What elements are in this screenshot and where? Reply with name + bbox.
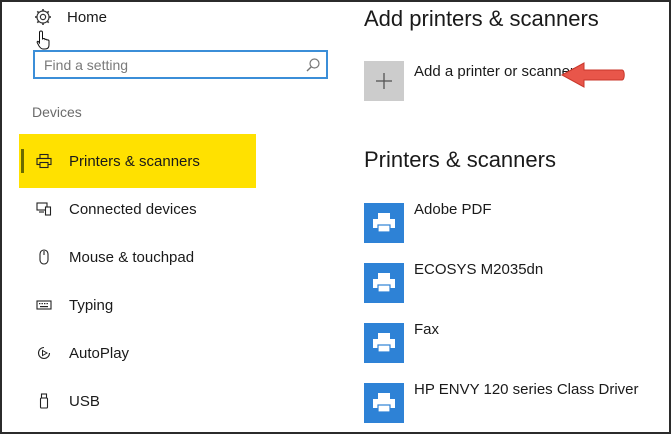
printer-item-hp-envy[interactable]: HP ENVY 120 series Class Driver — [364, 381, 639, 423]
gear-icon — [34, 8, 52, 26]
mouse-icon — [35, 248, 53, 266]
printer-device-icon — [364, 263, 404, 303]
sidebar-item-printers-scanners[interactable]: Printers & scanners — [19, 134, 256, 188]
printer-device-icon — [364, 383, 404, 423]
add-printer-button[interactable]: Add a printer or scanner — [364, 61, 575, 101]
connected-devices-icon — [35, 200, 53, 218]
printer-label: Adobe PDF — [414, 201, 492, 218]
sidebar-item-label: Typing — [69, 296, 114, 314]
sidebar-item-label: AutoPlay — [69, 344, 130, 362]
printer-item-adobe-pdf[interactable]: Adobe PDF — [364, 201, 492, 243]
hand-cursor-icon — [36, 30, 50, 50]
plus-icon — [364, 61, 404, 101]
sidebar-item-typing[interactable]: Typing — [19, 278, 256, 332]
section-label-devices: Devices — [32, 104, 82, 120]
add-section-title: Add printers & scanners — [364, 6, 599, 31]
printer-item-fax[interactable]: Fax — [364, 321, 440, 363]
sidebar-item-label: Mouse & touchpad — [69, 248, 195, 266]
search-box[interactable] — [33, 50, 328, 79]
active-indicator — [21, 149, 24, 173]
keyboard-icon — [35, 296, 53, 314]
sidebar-item-autoplay[interactable]: AutoPlay — [19, 326, 256, 380]
usb-icon — [35, 392, 53, 410]
search-icon[interactable] — [302, 54, 324, 76]
sidebar-item-usb[interactable]: USB — [19, 374, 256, 428]
search-input[interactable] — [44, 56, 302, 73]
home-link[interactable]: Home — [34, 6, 107, 28]
printer-device-icon — [364, 203, 404, 243]
printer-label: Fax — [414, 321, 440, 338]
sidebar-item-mouse-touchpad[interactable]: Mouse & touchpad — [19, 230, 256, 284]
home-label: Home — [67, 8, 108, 26]
sidebar-item-connected-devices[interactable]: Connected devices — [19, 182, 256, 236]
sidebar-item-label: USB — [69, 392, 100, 410]
printer-device-icon — [364, 323, 404, 363]
autoplay-icon — [35, 344, 53, 362]
printer-icon — [35, 152, 53, 170]
add-printer-label: Add a printer or scanner — [414, 63, 575, 80]
sidebar-item-label: Printers & scanners — [69, 152, 200, 170]
red-arrow-annotation-icon — [560, 62, 625, 88]
printer-label: HP ENVY 120 series Class Driver — [414, 381, 639, 398]
printers-list-title: Printers & scanners — [364, 147, 556, 172]
printer-label: ECOSYS M2035dn — [414, 261, 544, 278]
printer-item-ecosys[interactable]: ECOSYS M2035dn — [364, 261, 544, 303]
sidebar-item-label: Connected devices — [69, 200, 197, 218]
